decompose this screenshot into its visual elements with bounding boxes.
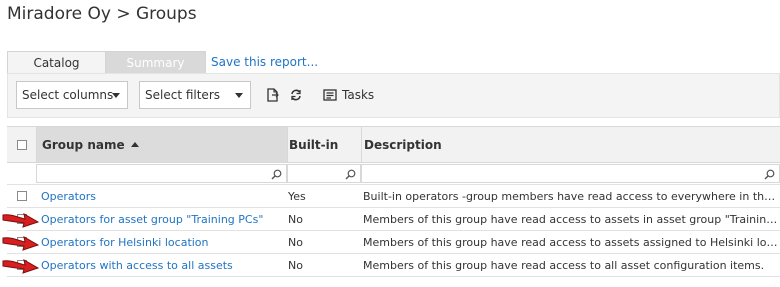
report-tabs: Catalog Summary Save this report... bbox=[7, 51, 318, 73]
description-value: Members of this group have read access t… bbox=[363, 235, 780, 249]
tab-catalog[interactable]: Catalog bbox=[7, 51, 106, 73]
red-arrow-icon bbox=[2, 213, 40, 228]
group-name-cell: Operators for Helsinki location bbox=[36, 231, 287, 253]
table-header-row: Group name Built-in Description bbox=[7, 127, 780, 163]
built-in-cell: Yes bbox=[287, 185, 361, 207]
group-name-link[interactable]: Operators with access to all assets bbox=[41, 259, 233, 272]
search-icon bbox=[271, 169, 282, 180]
column-header-description[interactable]: Description bbox=[361, 127, 780, 162]
chevron-down-icon bbox=[112, 93, 120, 98]
group-name-cell: Operators bbox=[36, 185, 287, 207]
built-in-value: Yes bbox=[288, 189, 306, 203]
column-header-label: Description bbox=[364, 137, 442, 152]
table-row: Operators for Helsinki location No Membe… bbox=[2, 231, 780, 254]
select-filters-dropdown[interactable]: Select filters bbox=[139, 81, 251, 109]
description-value: Members of this group have read access t… bbox=[363, 212, 780, 226]
group-name-link[interactable]: Operators bbox=[41, 190, 96, 203]
sort-ascending-icon bbox=[130, 142, 139, 147]
red-arrow-icon bbox=[2, 259, 40, 274]
built-in-filter-input[interactable] bbox=[287, 164, 361, 183]
filter-row bbox=[7, 163, 780, 185]
page-title: Miradore Oy > Groups bbox=[7, 4, 197, 24]
row-select-cell bbox=[7, 185, 36, 207]
table-row: Operators with access to all assets No M… bbox=[2, 254, 780, 277]
description-cell: Members of this group have read access t… bbox=[361, 254, 780, 276]
description-cell: Members of this group have read access t… bbox=[361, 231, 780, 253]
toolbar: Select columns Select filters Tasks bbox=[7, 73, 780, 118]
group-name-link[interactable]: Operators for asset group "Training PCs" bbox=[41, 213, 263, 226]
select-columns-label: Select columns bbox=[22, 88, 114, 102]
save-report-link[interactable]: Save this report... bbox=[206, 51, 318, 73]
built-in-value: No bbox=[288, 235, 303, 249]
group-name-cell: Operators for asset group "Training PCs" bbox=[36, 208, 287, 230]
group-name-link[interactable]: Operators for Helsinki location bbox=[41, 236, 209, 249]
column-header-label: Built-in bbox=[289, 137, 339, 152]
description-cell: Built-in operators -group members have r… bbox=[361, 185, 780, 207]
select-columns-dropdown[interactable]: Select columns bbox=[16, 81, 128, 109]
description-cell: Members of this group have read access t… bbox=[361, 208, 780, 230]
select-filters-label: Select filters bbox=[145, 88, 220, 102]
built-in-cell: No bbox=[287, 254, 361, 276]
column-header-group-name[interactable]: Group name bbox=[36, 127, 287, 162]
chevron-down-icon bbox=[235, 93, 243, 98]
built-in-value: No bbox=[288, 212, 303, 226]
description-value: Built-in operators -group members have r… bbox=[363, 189, 780, 203]
built-in-cell: No bbox=[287, 208, 361, 230]
group-name-filter-input[interactable] bbox=[36, 164, 287, 183]
column-header-label: Group name bbox=[42, 137, 125, 152]
select-all-cell bbox=[7, 127, 36, 162]
tasks-label: Tasks bbox=[342, 88, 375, 102]
export-icon[interactable] bbox=[266, 88, 280, 102]
built-in-cell: No bbox=[287, 231, 361, 253]
group-name-cell: Operators with access to all assets bbox=[36, 254, 287, 276]
red-arrow-icon bbox=[2, 236, 40, 251]
built-in-value: No bbox=[288, 258, 303, 272]
refresh-icon[interactable] bbox=[289, 88, 303, 102]
tab-summary[interactable]: Summary bbox=[106, 51, 206, 73]
column-header-built-in[interactable]: Built-in bbox=[287, 127, 361, 162]
search-icon bbox=[345, 169, 356, 180]
description-filter-input[interactable] bbox=[361, 164, 780, 183]
tasks-icon bbox=[323, 89, 337, 101]
row-checkbox[interactable] bbox=[16, 191, 27, 201]
description-value: Members of this group have read access t… bbox=[363, 258, 765, 272]
table-row: Operators for asset group "Training PCs"… bbox=[2, 208, 780, 231]
groups-table: Group name Built-in Description Operator… bbox=[2, 126, 780, 277]
search-icon bbox=[764, 169, 775, 180]
select-all-checkbox[interactable] bbox=[16, 139, 27, 150]
tasks-button[interactable]: Tasks bbox=[323, 88, 374, 102]
table-row: Operators Yes Built-in operators -group … bbox=[7, 185, 780, 208]
